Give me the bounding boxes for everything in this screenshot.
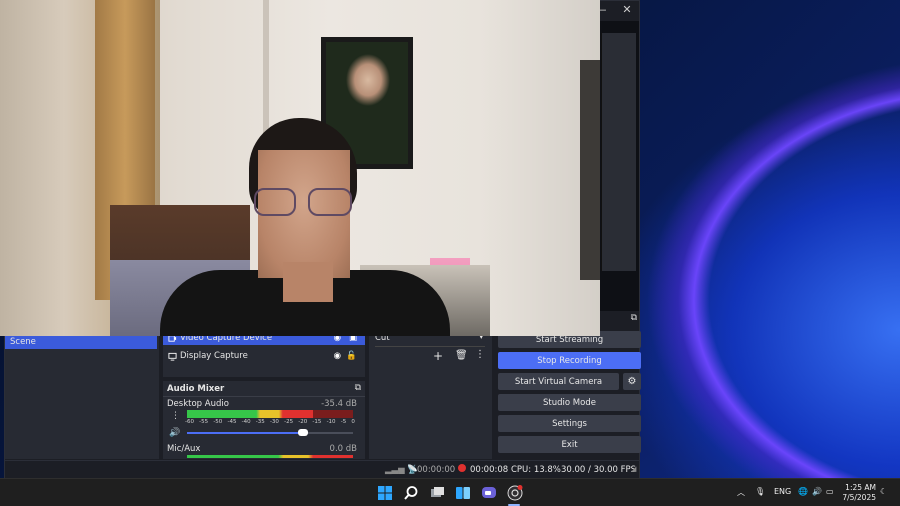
stream-time: 00:00:00 — [417, 465, 456, 475]
meter-tick-label: 0 — [351, 419, 355, 425]
speaker-icon[interactable]: 🔊 — [169, 428, 180, 438]
channel-name-desktop: Desktop Audio — [167, 399, 229, 409]
signal-strength-icon: ▂▃▅ — [385, 465, 405, 475]
chevron-up-icon[interactable]: ︿ — [737, 487, 745, 498]
language-indicator[interactable]: ENG — [774, 487, 791, 496]
resize-grip-icon[interactable]: ◢ — [631, 465, 636, 473]
stop-recording-button[interactable]: Stop Recording — [498, 352, 641, 369]
chat-icon[interactable] — [481, 485, 497, 501]
meter-tick-label: -40 — [241, 419, 251, 425]
exit-button[interactable]: Exit — [498, 436, 641, 453]
channel-db-desktop: -35.4 dB — [321, 399, 357, 409]
virtual-camera-settings-button[interactable]: ⚙ — [623, 373, 641, 390]
meter-tick-label: -20 — [298, 419, 308, 425]
record-time: 00:00:08 — [470, 465, 509, 475]
volume-slider-track[interactable] — [187, 429, 353, 436]
meter-tick-label: -35 — [255, 419, 265, 425]
side-object-image — [580, 60, 600, 280]
microphone-icon[interactable]: 🎙 — [755, 487, 765, 496]
obs-icon[interactable] — [507, 485, 523, 501]
settings-button[interactable]: Settings — [498, 415, 641, 432]
add-transition-button[interactable]: + — [433, 349, 443, 363]
lock-icon[interactable]: 🔓 — [346, 351, 357, 361]
scene-item-label: Scene — [10, 337, 36, 347]
notification-bell-icon[interactable]: ☾ — [880, 487, 887, 496]
webcam-preview — [0, 0, 600, 336]
scene-item[interactable]: Scene — [5, 335, 157, 349]
meter-tick-label: -55 — [199, 419, 209, 425]
monitor-icon — [168, 352, 177, 361]
more-options-icon[interactable]: ⋮ — [475, 349, 485, 360]
cpu-usage: CPU: 13.8% — [511, 465, 561, 475]
more-options-icon[interactable]: ⋮ — [171, 411, 180, 421]
audio-mixer-dock: Audio Mixer ⧉ Desktop Audio -35.4 dB ⋮ -… — [163, 381, 365, 459]
channel-db-mic: 0.0 dB — [329, 444, 357, 454]
volume-icon[interactable]: 🔊 — [812, 487, 822, 496]
trash-icon[interactable]: 🗑 — [455, 350, 468, 361]
fps-readout: 30.00 / 30.00 FPS — [561, 465, 637, 475]
start-virtual-camera-button[interactable]: Start Virtual Camera — [498, 373, 619, 390]
meter-tick-label: -10 — [326, 419, 336, 425]
task-view-icon[interactable] — [429, 485, 445, 501]
eye-icon[interactable]: ◉ — [334, 351, 341, 361]
meter-tick-label: -60 — [185, 419, 194, 425]
source-label: Display Capture — [180, 351, 248, 361]
volume-slider-handle[interactable] — [298, 429, 308, 436]
preview-scroll-region — [601, 33, 636, 271]
taskbar-clock[interactable]: 1:25 AM 7/5/2025 — [842, 483, 876, 503]
audio-mixer-title: Audio Mixer — [167, 384, 225, 394]
clock-time: 1:25 AM — [845, 483, 876, 492]
glasses-image — [254, 188, 296, 216]
dock-undock-icon[interactable]: ⧉ — [355, 383, 361, 393]
clock-date: 7/5/2025 — [842, 493, 876, 502]
windows-start-icon[interactable] — [377, 485, 393, 501]
meter-tick-label: -50 — [213, 419, 223, 425]
meter-tick-label: -25 — [284, 419, 294, 425]
glasses-image — [308, 188, 352, 216]
search-icon[interactable] — [403, 485, 419, 501]
taskbar: ︿ 🎙 ENG 🌐 🔊 ▭ 1:25 AM 7/5/2025 ☾ — [0, 478, 900, 506]
meter-tick-label: -45 — [227, 419, 237, 425]
record-indicator-icon — [458, 464, 466, 472]
audio-meter-mic — [187, 455, 353, 458]
channel-name-mic: Mic/Aux — [167, 444, 201, 454]
source-item-display-capture[interactable]: Display Capture ◉ 🔓 — [163, 349, 365, 363]
meter-tick-label: -5 — [340, 419, 347, 425]
meter-tick-labels: -60 -55 -50 -45 -40 -35 -30 -25 -20 -15 -10 -5 0 — [185, 419, 355, 425]
battery-icon[interactable]: ▭ — [826, 487, 834, 496]
widgets-icon[interactable] — [455, 485, 471, 501]
close-button[interactable]: ✕ — [615, 3, 639, 16]
audio-meter-level-desktop — [187, 410, 313, 418]
gear-icon: ⚙ — [627, 376, 637, 387]
studio-mode-button[interactable]: Studio Mode — [498, 394, 641, 411]
dock-undock-icon[interactable]: ⧉ — [631, 313, 637, 323]
meter-tick-label: -15 — [312, 419, 322, 425]
meter-tick-label: -30 — [269, 419, 279, 425]
stream-status-icon: 📡 — [407, 465, 418, 475]
status-bar: ▂▃▅ 📡 00:00:00 00:00:08 CPU: 13.8% 30.00… — [5, 460, 639, 479]
person-neck-image — [283, 262, 333, 302]
network-icon[interactable]: 🌐 — [798, 487, 808, 496]
